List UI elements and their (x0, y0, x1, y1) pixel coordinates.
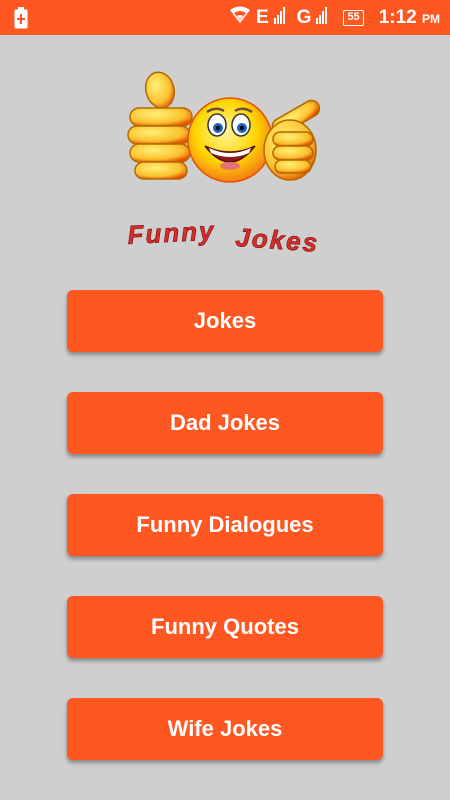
wife-jokes-button[interactable]: Wife Jokes (67, 698, 383, 760)
signal-icon (273, 6, 286, 29)
clock: 1:12 PM (379, 7, 440, 29)
funny-quotes-button[interactable]: Funny Quotes (67, 596, 383, 658)
signal-icon (316, 6, 328, 29)
clock-time: 1:12 (378, 6, 417, 28)
network-type-label: E (255, 7, 269, 28)
app-title: Funny Jokes (126, 215, 321, 258)
funny-dialogues-button[interactable]: Funny Dialogues (67, 494, 383, 556)
network-type-label: G (296, 7, 312, 28)
clock-suffix: PM (422, 11, 440, 26)
dad-jokes-button[interactable]: Dad Jokes (67, 392, 383, 454)
app-title-word-1: Funny (127, 215, 216, 250)
app-title-word-2: Jokes (235, 222, 321, 258)
status-bar: E G 55 1:12 PM (0, 0, 450, 35)
battery-level: 55 (343, 9, 364, 26)
jokes-button[interactable]: Jokes (67, 290, 383, 352)
wifi-icon (229, 6, 251, 29)
smiley-thumbs-up-icon (125, 70, 325, 195)
battery-charging-icon (14, 7, 28, 34)
